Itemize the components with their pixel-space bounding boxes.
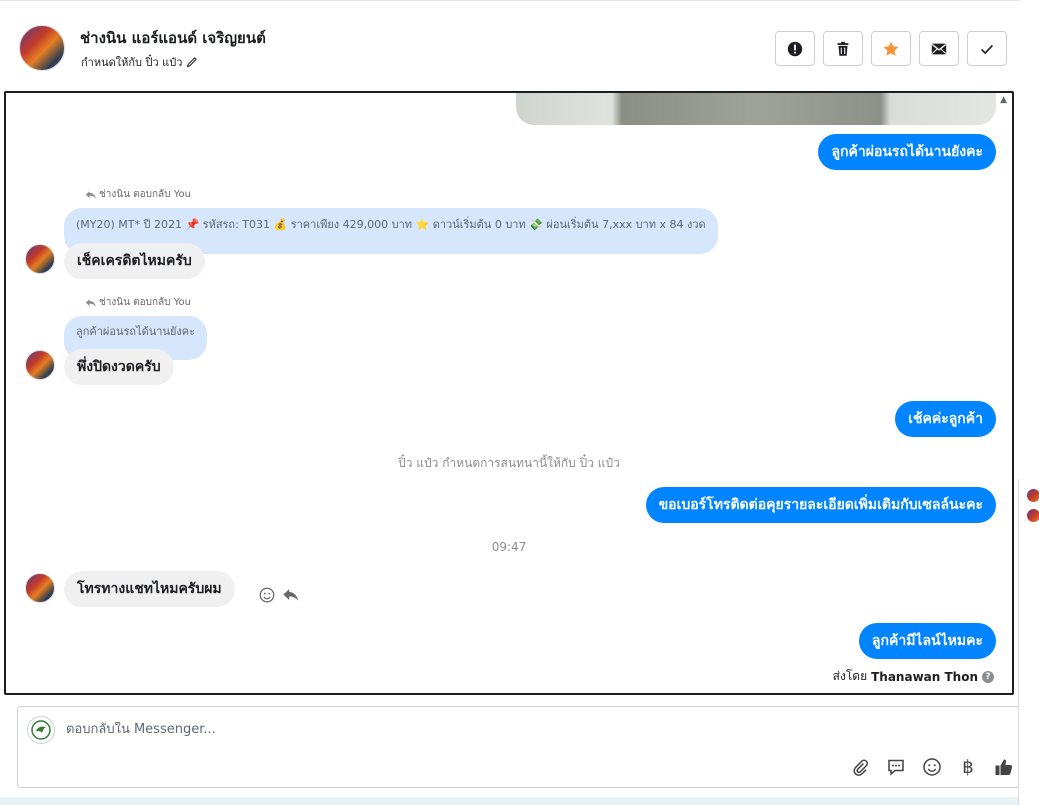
- page-logo-icon[interactable]: [27, 716, 55, 744]
- reply-meta-text: ช่างนิน ตอบกลับ You: [99, 297, 191, 308]
- help-icon[interactable]: ?: [982, 670, 994, 683]
- message-outgoing[interactable]: ลูกค้าผ่อนรถได้นานยังคะ: [818, 134, 996, 170]
- message-outgoing[interactable]: ขอเบอร์โทรติดต่อคุยรายละเอียดเพิ่มเติมกั…: [645, 487, 996, 523]
- mark-spam-button[interactable]: [775, 31, 815, 66]
- timestamp-separator: 09:47: [491, 540, 527, 554]
- system-note: ปิ๋ว แป๋ว กำหนดการสนทนานี้ให้กับ ปิ๋ว แป…: [398, 456, 620, 470]
- sent-by-line: ส่งโดย Thanawan Thon ?: [833, 667, 994, 686]
- contact-avatar[interactable]: [19, 25, 65, 71]
- chat-bubble-icon: [888, 759, 904, 776]
- smiley-icon: [923, 758, 941, 776]
- mark-unread-button[interactable]: [919, 31, 959, 66]
- reply-indicator: ช่างนิน ตอบกลับ You: [85, 187, 191, 202]
- alert-circle-icon: [787, 41, 803, 56]
- pencil-icon: [187, 57, 198, 68]
- saved-replies-button[interactable]: [884, 755, 908, 779]
- side-panel-edge: [1018, 479, 1039, 805]
- message-actions: [258, 586, 300, 604]
- sent-by-name: Thanawan Thon: [871, 669, 978, 684]
- messenger-inbox: ช่างนิน แอร์แอนด์ เจริญยนต์ กำหนดให้กับ …: [0, 0, 1039, 805]
- thumbs-up-icon: [995, 759, 1013, 775]
- conversation-header: ช่างนิน แอร์แอนด์ เจริญยนต์ กำหนดให้กับ …: [0, 0, 1020, 91]
- trash-icon: [837, 41, 849, 56]
- sent-by-label: ส่งโดย: [832, 669, 868, 683]
- scroll-up-arrow-icon[interactable]: ▲: [1000, 95, 1007, 105]
- bottom-bar: [0, 797, 1018, 805]
- sender-avatar: [25, 244, 55, 274]
- delete-button[interactable]: [823, 31, 863, 66]
- reply-meta-text: ช่างนิน ตอบกลับ You: [99, 189, 191, 200]
- star-button[interactable]: [871, 31, 911, 66]
- message-thread[interactable]: ▲ ลูกค้าผ่อนรถได้นานยังคะ ช่างนิน ตอบกลั…: [4, 91, 1014, 695]
- check-icon: [981, 44, 993, 54]
- attach-button[interactable]: [848, 755, 872, 779]
- message-outgoing[interactable]: เช้คค่ะลูกค้า: [895, 401, 996, 437]
- sender-avatar: [25, 573, 55, 603]
- side-avatar[interactable]: [1027, 509, 1039, 522]
- contact-name: ช่างนิน แอร์แอนด์ เจริญยนต์: [80, 29, 266, 47]
- message-incoming[interactable]: โทรทางแชทไหมครับผม: [64, 571, 235, 607]
- side-avatar[interactable]: [1027, 489, 1039, 502]
- reply-indicator: ช่างนิน ตอบกลับ You: [85, 295, 191, 310]
- message-composer: ฿: [17, 706, 1020, 788]
- mark-done-button[interactable]: [967, 31, 1007, 66]
- assign-text: กำหนดให้กับ ปิ๋ว แป๋ว: [81, 56, 183, 69]
- sender-avatar: [25, 350, 55, 380]
- paperclip-icon: [853, 759, 868, 776]
- baht-icon: ฿: [962, 756, 974, 778]
- message-outgoing[interactable]: ลูกค้ามีไลน์ไหมคะ: [858, 623, 996, 659]
- like-button[interactable]: [992, 755, 1016, 779]
- image-attachment[interactable]: [516, 93, 996, 125]
- emoji-button[interactable]: [920, 755, 944, 779]
- payment-button[interactable]: ฿: [956, 755, 980, 779]
- envelope-icon: [931, 43, 947, 54]
- emoji-react-icon[interactable]: [258, 586, 276, 604]
- reply-arrow-icon: [85, 298, 96, 307]
- message-incoming[interactable]: พึ่งปิดงวดครับ: [64, 349, 174, 385]
- reply-icon[interactable]: [282, 586, 300, 604]
- assign-link[interactable]: กำหนดให้กับ ปิ๋ว แป๋ว: [81, 53, 198, 71]
- reply-arrow-icon: [85, 190, 96, 199]
- star-icon: [883, 41, 899, 56]
- reply-input[interactable]: [66, 722, 766, 737]
- message-incoming[interactable]: เช็คเครดิตไหมครับ: [64, 243, 205, 279]
